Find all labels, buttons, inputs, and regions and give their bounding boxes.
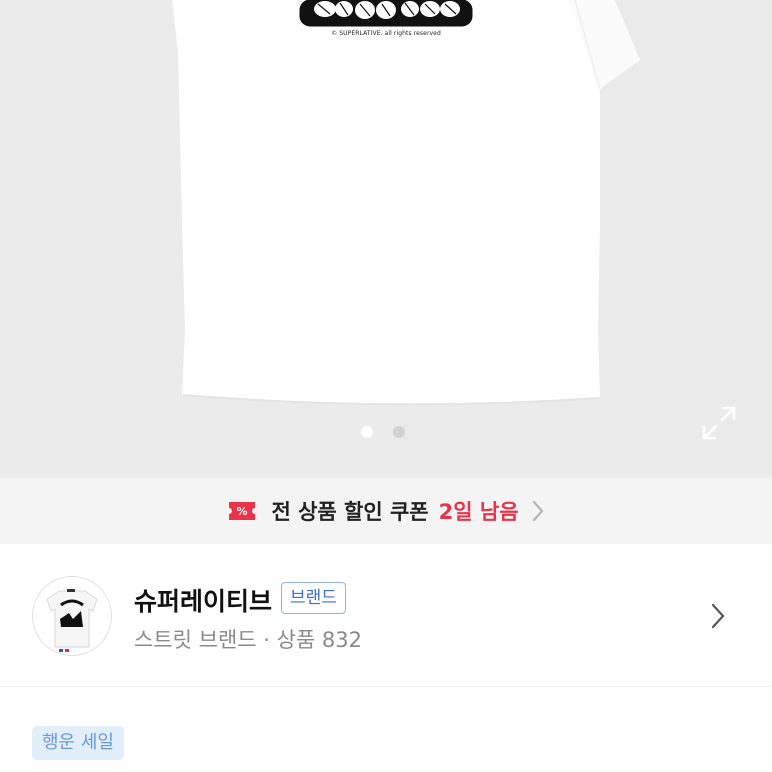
carousel-dots	[361, 426, 405, 438]
coupon-text: 전 상품 할인 쿠폰	[271, 500, 429, 524]
shop-name: 슈퍼레이티브	[134, 587, 273, 616]
product-tshirt-image	[150, 0, 640, 406]
product-image-carousel[interactable]: © SUPERLATIVE. all rights reserved	[0, 0, 772, 478]
coupon-banner[interactable]: % 전 상품 할인 쿠폰 2일 남음	[0, 478, 772, 544]
coupon-icon: %	[229, 502, 256, 520]
carousel-dot-1[interactable]	[361, 426, 373, 438]
coupon-days-left: 2일 남음	[438, 500, 519, 524]
chevron-right-icon[interactable]	[710, 602, 726, 630]
expand-icon[interactable]	[700, 404, 738, 442]
chevron-right-icon	[532, 500, 544, 522]
brand-badge: 브랜드	[281, 582, 346, 614]
carousel-dot-2[interactable]	[393, 426, 405, 438]
svg-text:%: %	[237, 505, 248, 518]
sale-tag: 행운 세일	[32, 726, 124, 760]
shop-meta: 스트릿 브랜드 · 상품 832	[134, 628, 363, 652]
shop-profile-row[interactable]: 슈퍼레이티브 브랜드 스트릿 브랜드 · 상품 832	[0, 544, 772, 687]
copyright-text: © SUPERLATIVE. all rights reserved	[331, 30, 441, 37]
shop-avatar-image	[33, 577, 111, 655]
shop-avatar[interactable]	[32, 576, 112, 656]
